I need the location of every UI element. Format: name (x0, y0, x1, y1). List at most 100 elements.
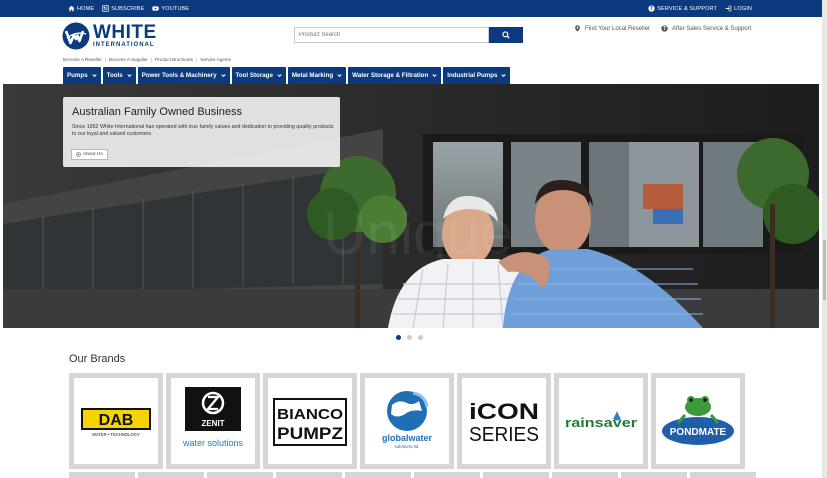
dab-logo: DAB WATER • TECHNOLOGY (81, 408, 151, 437)
brand-tile-pondmate[interactable]: PONDMATE (651, 373, 745, 469)
map-pin-icon (575, 25, 580, 32)
zenit-text: ZENIT (201, 419, 224, 428)
youtube-label: YOUTUBE (161, 5, 190, 12)
brand-tile-icon-series[interactable]: iCON SERIES (457, 373, 551, 469)
secondary-links: Become A Reseller | Become A Supplier | … (63, 57, 231, 62)
bianco-pumpz-logo: BIANCO PUMPZ (273, 398, 347, 446)
globalwater-sub: solutions ltd. (394, 444, 419, 449)
brand-tile-partial[interactable] (138, 472, 204, 478)
nav-label: Industrial Pumps (447, 72, 498, 79)
hero-text: Since 1952 White International has opera… (72, 124, 334, 137)
brand-tile-rainsaver[interactable]: rainsaver (554, 373, 648, 469)
brand-tile-partial[interactable] (621, 472, 687, 478)
login-link[interactable]: LOGIN (725, 5, 752, 12)
service-support-link[interactable]: ? SERVICE & SUPPORT (648, 5, 717, 12)
zenit-logo: ZENIT water solutions (182, 387, 244, 448)
brand-tile-partial[interactable] (276, 472, 342, 478)
header-links: Find Your Local Reseller ? After Sales S… (574, 25, 751, 32)
dab-tagline: WATER • TECHNOLOGY (92, 432, 140, 437)
pondmate-text: PONDMATE (670, 427, 727, 438)
rainsaver-logo: rainsaver (565, 411, 637, 430)
brands-heading: Our Brands (69, 353, 126, 365)
about-us-label: About Us (83, 152, 103, 157)
slide-dot-3[interactable] (418, 335, 423, 340)
dab-text: DAB (99, 412, 134, 429)
find-reseller-label: Find Your Local Reseller (585, 25, 651, 32)
search-button[interactable] (489, 27, 523, 43)
youtube-link[interactable]: YOUTUBE (152, 5, 189, 12)
separator: | (196, 57, 198, 62)
pondmate-logo: PONDMATE (662, 396, 734, 445)
after-sales-link[interactable]: ? After Sales Service & Support (661, 25, 751, 32)
product-brochures-link[interactable]: Product Brochures (155, 57, 193, 62)
top-bar: HOME SUBSCRIBE YOUTUBE ? SERVICE & SUPPO… (0, 0, 822, 17)
login-icon (725, 5, 732, 12)
logo-brand-text: WHITE (93, 22, 157, 43)
brand-tile-zenit[interactable]: ZENIT water solutions (166, 373, 260, 469)
svg-text:?: ? (663, 26, 666, 32)
white-logo-icon (62, 22, 90, 50)
icon-text: iCON (469, 399, 539, 424)
nav-pumps[interactable]: Pumps (63, 67, 101, 84)
brand-tile-partial[interactable] (552, 472, 618, 478)
subscribe-label: SUBSCRIBE (111, 5, 145, 12)
nav-power-tools[interactable]: Power Tools & Machinery (137, 67, 230, 84)
nav-label: Pumps (67, 72, 88, 79)
nav-label: Tool Storage (235, 72, 273, 79)
brand-tile-partial[interactable] (207, 472, 273, 478)
brand-tile-partial[interactable] (345, 472, 411, 478)
nav-label: Power Tools & Machinery (141, 72, 217, 79)
separator: | (104, 57, 107, 62)
brand-tile-partial[interactable] (69, 472, 135, 478)
home-icon (68, 5, 75, 12)
globalwater-text: globalwater (382, 433, 433, 443)
scrollbar-thumb[interactable] (823, 240, 826, 300)
newsletter-icon (102, 5, 109, 12)
scrollbar[interactable] (822, 0, 827, 478)
brand-tile-globalwater[interactable]: globalwater solutions ltd. (360, 373, 454, 469)
become-reseller-link[interactable]: Become A Reseller (63, 57, 102, 62)
globalwater-logo: globalwater solutions ltd. (382, 391, 433, 449)
slide-dot-1[interactable] (396, 335, 401, 340)
product-search (294, 27, 523, 43)
nav-industrial-pumps[interactable]: Industrial Pumps (443, 67, 511, 84)
nav-label: Metal Marking (291, 72, 334, 79)
service-agents-link[interactable]: Service Agents (200, 57, 231, 62)
find-reseller-link[interactable]: Find Your Local Reseller (574, 25, 650, 32)
become-supplier-link[interactable]: Become A Supplier (109, 57, 148, 62)
site-logo[interactable]: WHITE INTERNATIONAL (62, 22, 172, 50)
brand-tile-partial[interactable] (690, 472, 756, 478)
search-input[interactable] (294, 27, 489, 43)
home-label: HOME (77, 5, 95, 12)
about-us-button[interactable]: About Us (71, 149, 108, 160)
login-label: LOGIN (734, 5, 752, 12)
nav-tool-storage[interactable]: Tool Storage (231, 67, 286, 84)
zenit-tagline: water solutions (182, 438, 244, 448)
nav-metal-marking[interactable]: Metal Marking (287, 67, 347, 84)
brand-tile-bianco[interactable]: BIANCO PUMPZ (263, 373, 357, 469)
hero-slider[interactable]: Unique Australian Family Owned Business … (3, 84, 819, 328)
chevron-down-icon (127, 74, 132, 78)
chevron-down-icon (220, 74, 226, 78)
play-icon (152, 6, 160, 11)
main-nav: Pumps Tools Power Tools & Machinery Tool… (63, 67, 511, 84)
service-support-label: SERVICE & SUPPORT (657, 5, 718, 12)
brand-tile-partial[interactable] (483, 472, 549, 478)
pumpz-text: PUMPZ (277, 424, 343, 443)
nav-label: Water Storage & Filtration (352, 72, 429, 79)
slide-dot-2[interactable] (407, 335, 412, 340)
target-icon (76, 152, 81, 157)
brand-tile-partial[interactable] (414, 472, 480, 478)
separator: | (150, 57, 153, 62)
logo-sub-text: INTERNATIONAL (93, 42, 155, 48)
brand-tile-dab[interactable]: DAB WATER • TECHNOLOGY (69, 373, 163, 469)
chevron-down-icon (337, 74, 342, 78)
nav-tools[interactable]: Tools (102, 67, 136, 84)
home-link[interactable]: HOME (68, 5, 94, 12)
nav-water-storage[interactable]: Water Storage & Filtration (348, 67, 442, 84)
svg-text:?: ? (650, 6, 653, 12)
chevron-down-icon (92, 74, 97, 78)
subscribe-link[interactable]: SUBSCRIBE (102, 5, 144, 12)
chevron-down-icon (277, 74, 282, 78)
search-icon (502, 31, 510, 39)
